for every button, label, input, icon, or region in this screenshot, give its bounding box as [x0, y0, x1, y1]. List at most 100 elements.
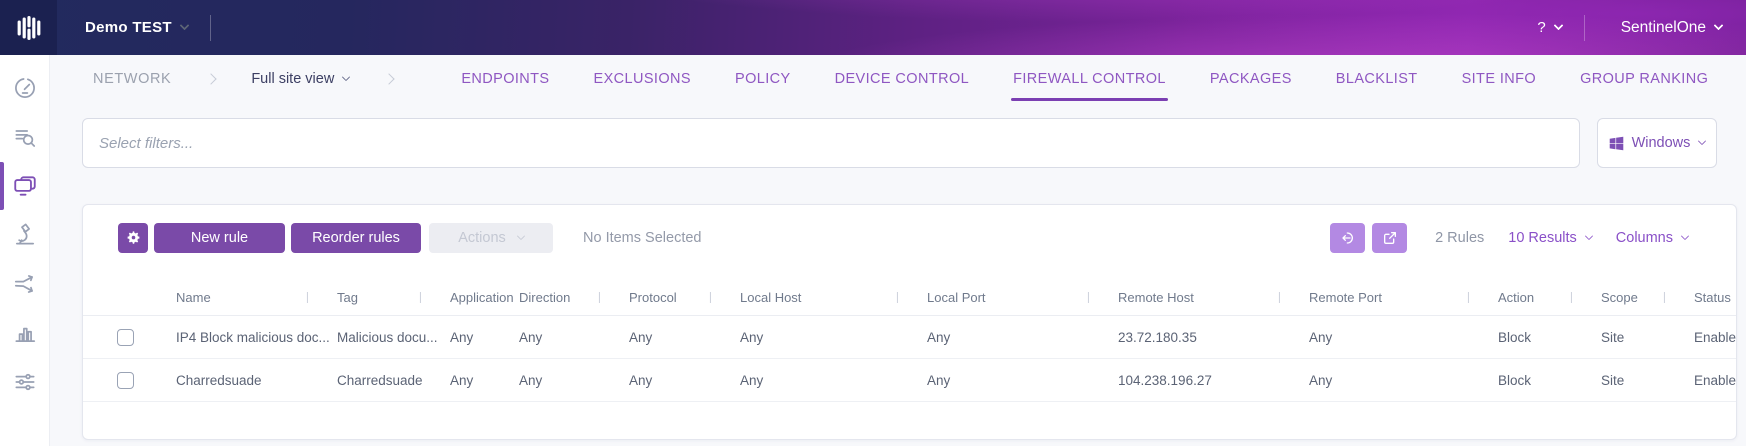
filter-input[interactable] [82, 118, 1580, 168]
actions-label: Actions [458, 230, 506, 246]
site-name: Demo TEST [85, 19, 172, 36]
gauge-dashboard-icon [14, 78, 35, 98]
breadcrumb-network[interactable]: NETWORK [93, 71, 171, 87]
os-filter-dropdown[interactable]: Windows [1597, 118, 1717, 168]
column-header-status[interactable]: Status [1694, 290, 1736, 305]
row-checkbox[interactable] [117, 328, 134, 346]
shuffle-arrows-icon [14, 275, 33, 293]
microscope-icon [15, 223, 34, 245]
table-row[interactable]: Charredsuade Charredsuade Any Any Any An… [83, 359, 1737, 402]
left-sidebar [0, 55, 50, 446]
export-rules-button[interactable] [1372, 223, 1408, 253]
gear-icon [127, 230, 139, 244]
monitors-network-icon [13, 176, 36, 196]
import-rules-icon [1341, 232, 1353, 244]
scope-label: Full site view [251, 70, 335, 87]
tab-packages[interactable]: PACKAGES [1210, 55, 1292, 102]
topbar-divider [209, 14, 211, 41]
sidebar-item-activity[interactable] [10, 269, 40, 299]
cell-status: Enabled [1694, 329, 1737, 345]
row-checkbox-cell [83, 371, 176, 389]
cell-application: Any [450, 372, 474, 388]
main-content: NETWORK Full site view ENDPOINTS EXCLUSI… [50, 55, 1746, 446]
reorder-rules-button[interactable]: Reorder rules [291, 223, 421, 253]
sidebar-item-network[interactable] [0, 162, 40, 210]
cell-local-port: Any [927, 329, 951, 345]
sidebar-item-configuration[interactable] [10, 367, 40, 397]
account-label: SentinelOne [1620, 18, 1706, 36]
column-header-remote-host[interactable]: Remote Host [1118, 290, 1309, 305]
columns-dropdown[interactable]: Columns [1615, 230, 1690, 246]
chevron-down-icon [1584, 231, 1594, 241]
os-filter-label: Windows [1631, 135, 1691, 151]
site-switcher-dropdown[interactable]: Demo TEST [85, 19, 190, 36]
help-menu[interactable]: ? [1537, 19, 1564, 36]
sidebar-item-forensics[interactable] [10, 220, 40, 250]
rules-toolbar: New rule Reorder rules Actions No Items … [83, 223, 1736, 253]
cell-application: Any [450, 329, 474, 345]
chevron-down-icon [1698, 136, 1707, 146]
tab-exclusions[interactable]: EXCLUSIONS [594, 55, 691, 102]
help-label: ? [1537, 19, 1546, 36]
firewall-rules-panel: New rule Reorder rules Actions No Items … [82, 204, 1737, 440]
windows-icon [1609, 136, 1623, 150]
sentinelone-logo[interactable] [0, 0, 57, 55]
cell-scope: Site [1601, 372, 1625, 388]
cell-remote-port: Any [1309, 372, 1333, 388]
top-bar: Demo TEST ? SentinelOne [0, 0, 1746, 55]
cell-direction: Any [519, 372, 543, 388]
column-header-local-host[interactable]: Local Host [740, 290, 927, 305]
column-header-scope[interactable]: Scope [1601, 290, 1694, 305]
account-menu[interactable]: SentinelOne [1620, 18, 1724, 37]
chevron-down-icon [1680, 231, 1690, 241]
chevron-down-icon [1713, 20, 1724, 31]
column-header-remote-port[interactable]: Remote Port [1309, 290, 1498, 305]
cell-tag: Malicious docu... [337, 329, 438, 345]
column-header-application[interactable]: Application [450, 290, 519, 305]
import-rules-button[interactable] [1330, 223, 1366, 253]
cell-status: Enabled [1694, 372, 1737, 388]
columns-label: Columns [1615, 230, 1673, 246]
row-checkbox-cell [83, 328, 176, 346]
tab-policy[interactable]: POLICY [735, 55, 791, 102]
sidebar-item-visibility[interactable] [10, 122, 40, 152]
sentinelone-logo-icon [17, 15, 40, 40]
cell-name: IP4 Block malicious doc... [176, 329, 330, 345]
row-checkbox[interactable] [117, 371, 134, 389]
column-header-direction[interactable]: Direction [519, 290, 629, 305]
tab-group-ranking[interactable]: GROUP RANKING [1580, 55, 1708, 102]
sliders-settings-icon [14, 373, 35, 391]
actions-dropdown-disabled[interactable]: Actions [429, 223, 553, 253]
tab-site-info[interactable]: SITE INFO [1462, 55, 1537, 102]
cell-protocol: Any [629, 372, 653, 388]
table-row[interactable]: IP4 Block malicious doc... Malicious doc… [83, 316, 1737, 359]
column-header-tag[interactable]: Tag [337, 290, 450, 305]
tab-blacklist[interactable]: BLACKLIST [1336, 55, 1418, 102]
chevron-down-icon [179, 20, 190, 31]
cell-action: Block [1498, 372, 1532, 388]
results-label: 10 Results [1508, 230, 1577, 246]
bar-chart-icon [14, 327, 35, 342]
column-header-protocol[interactable]: Protocol [629, 290, 740, 305]
tab-device-control[interactable]: DEVICE CONTROL [835, 55, 970, 102]
tab-endpoints[interactable]: ENDPOINTS [461, 55, 549, 102]
sidebar-item-dashboard[interactable] [10, 73, 40, 103]
column-header-local-port[interactable]: Local Port [927, 290, 1118, 305]
column-header-name[interactable]: Name [176, 290, 337, 305]
filter-row: Windows [82, 118, 1746, 168]
scope-selector[interactable]: Full site view [251, 70, 351, 87]
cell-protocol: Any [629, 329, 653, 345]
rules-settings-button[interactable] [118, 223, 148, 253]
rules-count: 2 Rules [1435, 230, 1485, 246]
cell-remote-host: 23.72.180.35 [1118, 329, 1197, 345]
tab-firewall-control[interactable]: FIREWALL CONTROL [1011, 55, 1168, 102]
new-rule-button[interactable]: New rule [154, 223, 285, 253]
cell-tag: Charredsuade [337, 372, 423, 388]
sidebar-item-reports[interactable] [10, 318, 40, 348]
tab-bar: ENDPOINTS EXCLUSIONS POLICY DEVICE CONTR… [461, 55, 1708, 102]
results-per-page-dropdown[interactable]: 10 Results [1508, 230, 1594, 246]
chevron-down-icon [1553, 20, 1564, 31]
column-header-action[interactable]: Action [1498, 290, 1601, 305]
chevron-right-icon [205, 72, 217, 85]
list-search-icon [14, 130, 35, 147]
